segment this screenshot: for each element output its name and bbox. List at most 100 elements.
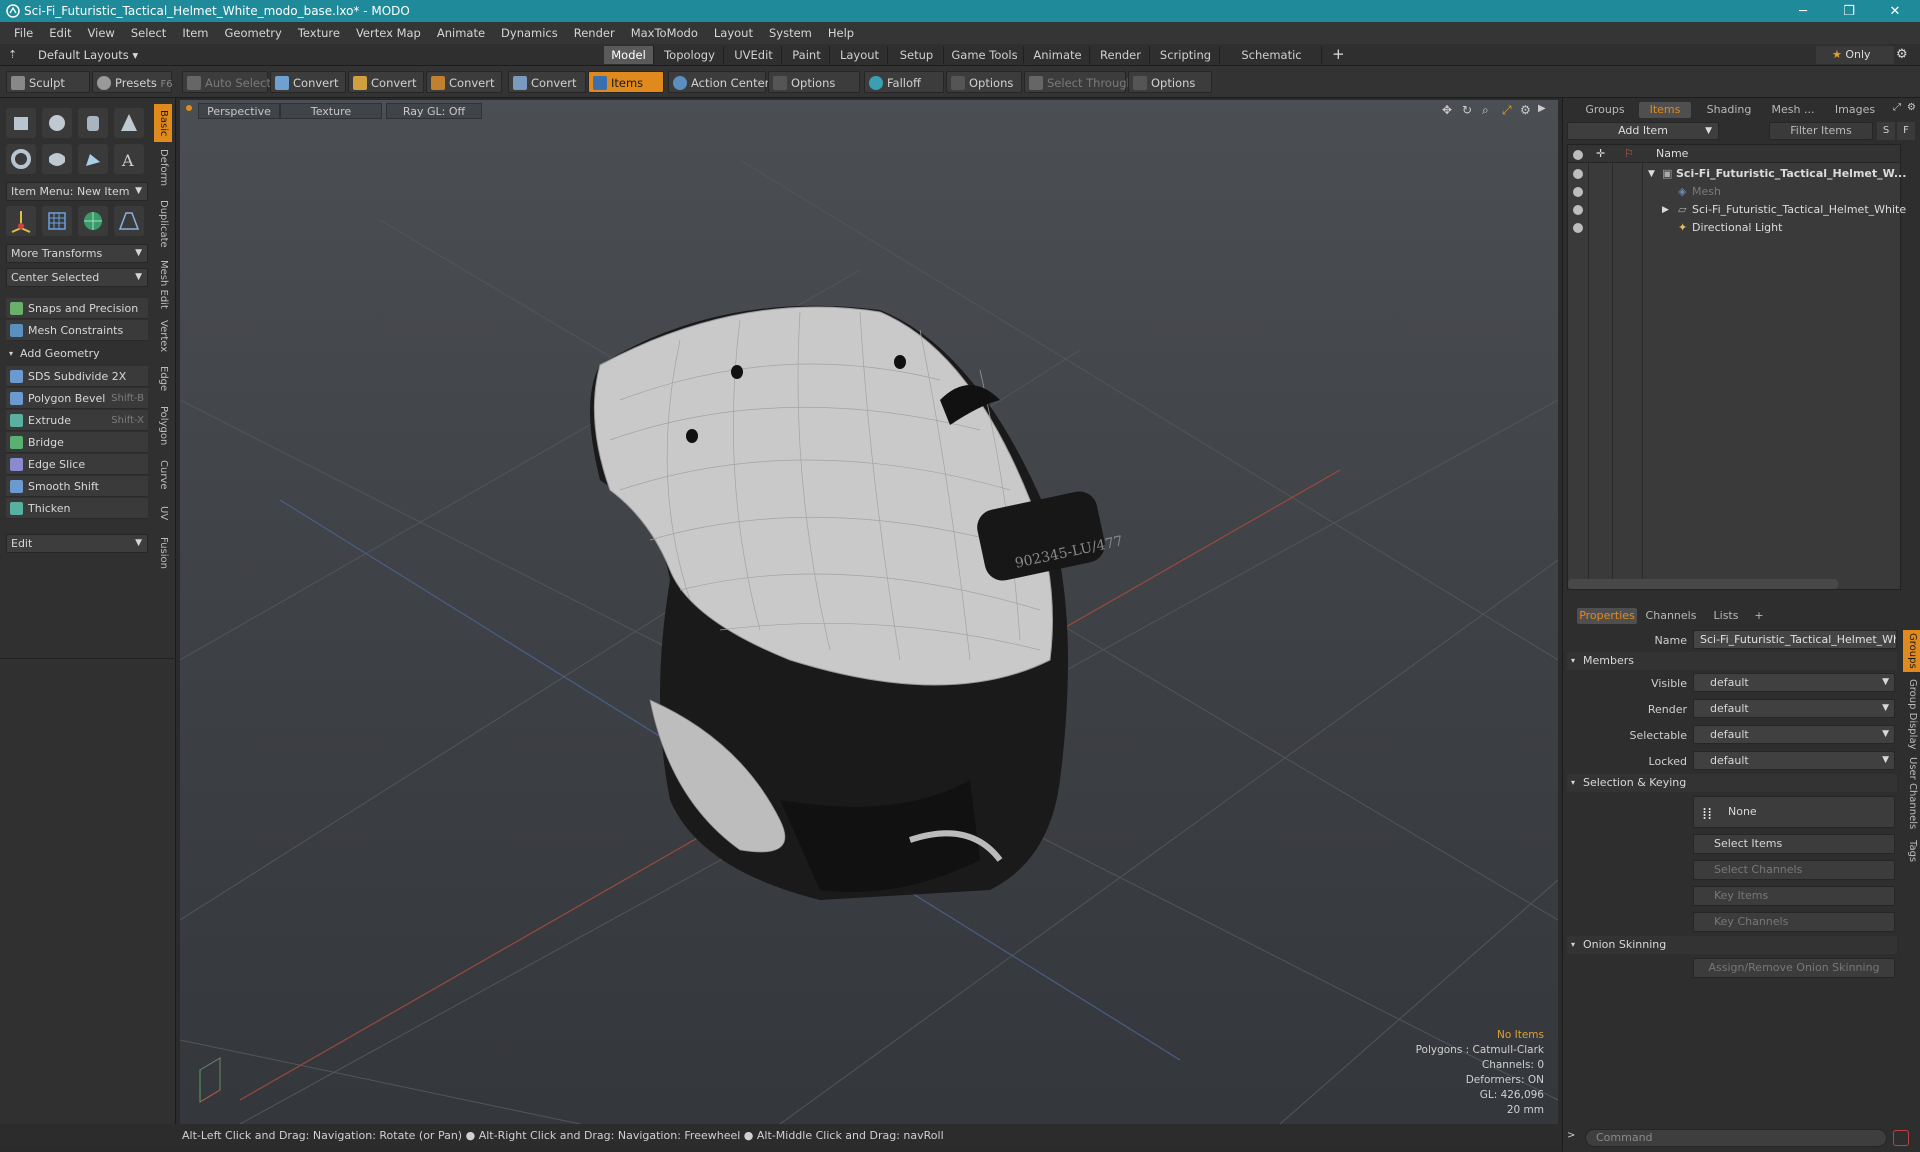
- 3d-viewport[interactable]: Perspective Texture Ray GL: Off ✥ ↻ ⌕ ⤢ …: [180, 100, 1558, 1124]
- eye-icon[interactable]: [1573, 223, 1583, 233]
- none-button[interactable]: ⁞⁞ None: [1693, 796, 1895, 828]
- tab-groups[interactable]: Groups: [1577, 102, 1633, 118]
- tool-sds-subdivide[interactable]: SDS Subdivide 2X: [6, 366, 148, 387]
- capsule-icon[interactable]: [42, 144, 72, 174]
- expand-arrow-icon[interactable]: ▼: [1648, 165, 1655, 183]
- tab-items[interactable]: Items: [1639, 102, 1691, 118]
- perspective-grid-icon[interactable]: [114, 206, 144, 236]
- tab-topology[interactable]: Topology: [656, 46, 724, 64]
- vtab-vertex[interactable]: Vertex: [154, 316, 172, 356]
- tab-layout[interactable]: Layout: [832, 46, 888, 64]
- tab-mesh[interactable]: Mesh ...: [1763, 102, 1823, 118]
- more-transforms-dropdown[interactable]: More Transforms ▼: [6, 244, 148, 263]
- options-button-1[interactable]: Options: [768, 71, 860, 93]
- menu-system[interactable]: System: [761, 26, 820, 40]
- eye-icon[interactable]: [1573, 205, 1583, 215]
- vtab-edge[interactable]: Edge: [154, 362, 172, 396]
- select-channels-button[interactable]: Select Channels: [1693, 860, 1895, 880]
- tab-shading[interactable]: Shading: [1697, 102, 1761, 118]
- convert-polygons-button[interactable]: Convert: [426, 71, 502, 93]
- tree-item-mesh[interactable]: ◈ Mesh: [1568, 183, 1900, 201]
- menu-item[interactable]: Item: [174, 26, 216, 40]
- command-input[interactable]: Command: [1585, 1129, 1887, 1147]
- add-geometry-section[interactable]: ▾ Add Geometry: [6, 344, 148, 363]
- action-center-button[interactable]: Action Center: [668, 71, 769, 93]
- tool-polygon-bevel[interactable]: Polygon Bevel Shift-B: [6, 388, 148, 409]
- close-button[interactable]: ✕: [1872, 0, 1918, 22]
- menu-edit[interactable]: Edit: [41, 26, 79, 40]
- name-field[interactable]: Sci-Fi_Futuristic_Tactical_Helmet_White: [1693, 630, 1897, 649]
- menu-geometry[interactable]: Geometry: [217, 26, 290, 40]
- menu-maxtomodo[interactable]: MaxToModo: [623, 26, 706, 40]
- key-items-button[interactable]: Key Items: [1693, 886, 1895, 906]
- menu-dynamics[interactable]: Dynamics: [493, 26, 566, 40]
- eye-icon[interactable]: [1573, 187, 1583, 197]
- sculpt-button[interactable]: Sculpt: [6, 71, 90, 93]
- cylinder-icon[interactable]: [78, 108, 108, 138]
- restore-button[interactable]: ❐: [1826, 0, 1872, 22]
- add-item-dropdown[interactable]: Add Item ▼: [1567, 122, 1719, 140]
- tree-item-directional-light[interactable]: ✦ Directional Light: [1568, 219, 1900, 237]
- pen-icon[interactable]: [78, 144, 108, 174]
- side-tab-tags[interactable]: Tags: [1903, 836, 1920, 866]
- auto-select-button[interactable]: Auto Select: [182, 71, 271, 93]
- assign-onion-button[interactable]: Assign/Remove Onion Skinning: [1693, 958, 1895, 978]
- select-through-button[interactable]: Select Through: [1024, 71, 1134, 93]
- vtab-uv[interactable]: UV: [154, 500, 172, 526]
- center-selected-dropdown[interactable]: Center Selected ▼: [6, 268, 148, 287]
- tab-images[interactable]: Images: [1827, 102, 1883, 118]
- tool-bridge[interactable]: Bridge: [6, 432, 148, 453]
- only-toggle[interactable]: ★ Only: [1816, 46, 1894, 64]
- tree-horizontal-scrollbar[interactable]: [1568, 579, 1838, 589]
- transform-icon[interactable]: [6, 206, 36, 236]
- tool-thicken[interactable]: Thicken: [6, 498, 148, 519]
- tab-animate[interactable]: Animate: [1026, 46, 1090, 64]
- grid-icon[interactable]: [42, 206, 72, 236]
- edit-dropdown[interactable]: Edit ▼: [6, 534, 148, 553]
- visible-dropdown[interactable]: default ▼: [1693, 673, 1895, 692]
- tab-scripting[interactable]: Scripting: [1152, 46, 1220, 64]
- menu-file[interactable]: File: [6, 26, 41, 40]
- locked-dropdown[interactable]: default ▼: [1693, 751, 1895, 770]
- tab-properties[interactable]: Properties: [1577, 608, 1637, 624]
- items-mode-button[interactable]: Items: [588, 71, 664, 93]
- vtab-mesh-edit[interactable]: Mesh Edit: [154, 256, 172, 312]
- panel-gear-icon[interactable]: ⚙: [1907, 102, 1916, 113]
- tab-setup[interactable]: Setup: [890, 46, 944, 64]
- minimize-button[interactable]: ─: [1780, 0, 1826, 22]
- mesh-constraints-button[interactable]: Mesh Constraints: [6, 320, 148, 341]
- gear-icon[interactable]: ⚙: [1896, 47, 1908, 62]
- vtab-fusion[interactable]: Fusion: [154, 532, 172, 574]
- vtab-duplicate[interactable]: Duplicate: [154, 196, 172, 252]
- selection-keying-section[interactable]: ▾ Selection & Keying: [1567, 774, 1897, 792]
- s-filter-button[interactable]: S: [1877, 122, 1895, 140]
- vtab-basic[interactable]: Basic: [154, 104, 172, 142]
- selectable-dropdown[interactable]: default ▼: [1693, 725, 1895, 744]
- options-button-2[interactable]: Options: [946, 71, 1022, 93]
- presets-button[interactable]: Presets F6: [92, 71, 173, 93]
- text-icon[interactable]: A: [114, 144, 144, 174]
- expand-arrow-icon[interactable]: ▶: [1662, 201, 1669, 219]
- side-tab-group-display[interactable]: Group Display: [1903, 678, 1920, 750]
- vtab-polygon[interactable]: Polygon: [154, 402, 172, 450]
- eye-icon[interactable]: [1573, 169, 1583, 179]
- layout-preset-dropdown[interactable]: Default Layouts ▾: [38, 46, 138, 64]
- tool-extrude[interactable]: Extrude Shift-X: [6, 410, 148, 431]
- tool-smooth-shift[interactable]: Smooth Shift: [6, 476, 148, 497]
- tab-uvedit[interactable]: UVEdit: [726, 46, 782, 64]
- sphere-icon[interactable]: [42, 108, 72, 138]
- cone-icon[interactable]: [114, 108, 144, 138]
- onion-skinning-section[interactable]: ▾ Onion Skinning: [1567, 936, 1897, 954]
- torus-icon[interactable]: [6, 144, 36, 174]
- tab-schematic-fusion[interactable]: Schematic Fusion: [1222, 46, 1322, 80]
- snaps-precision-button[interactable]: Snaps and Precision: [6, 298, 148, 319]
- panel-expand-icon[interactable]: ⤢: [1893, 102, 1901, 113]
- members-section[interactable]: ▾ Members: [1567, 652, 1897, 670]
- options-button-3[interactable]: Options: [1128, 71, 1212, 93]
- cube-icon[interactable]: [6, 108, 36, 138]
- filter-items-input[interactable]: Filter Items: [1769, 122, 1873, 140]
- menu-render[interactable]: Render: [566, 26, 623, 40]
- select-items-button[interactable]: Select Items: [1693, 834, 1895, 854]
- command-expand-icon[interactable]: >: [1567, 1130, 1575, 1141]
- item-menu-dropdown[interactable]: Item Menu: New Item ▼: [6, 182, 148, 201]
